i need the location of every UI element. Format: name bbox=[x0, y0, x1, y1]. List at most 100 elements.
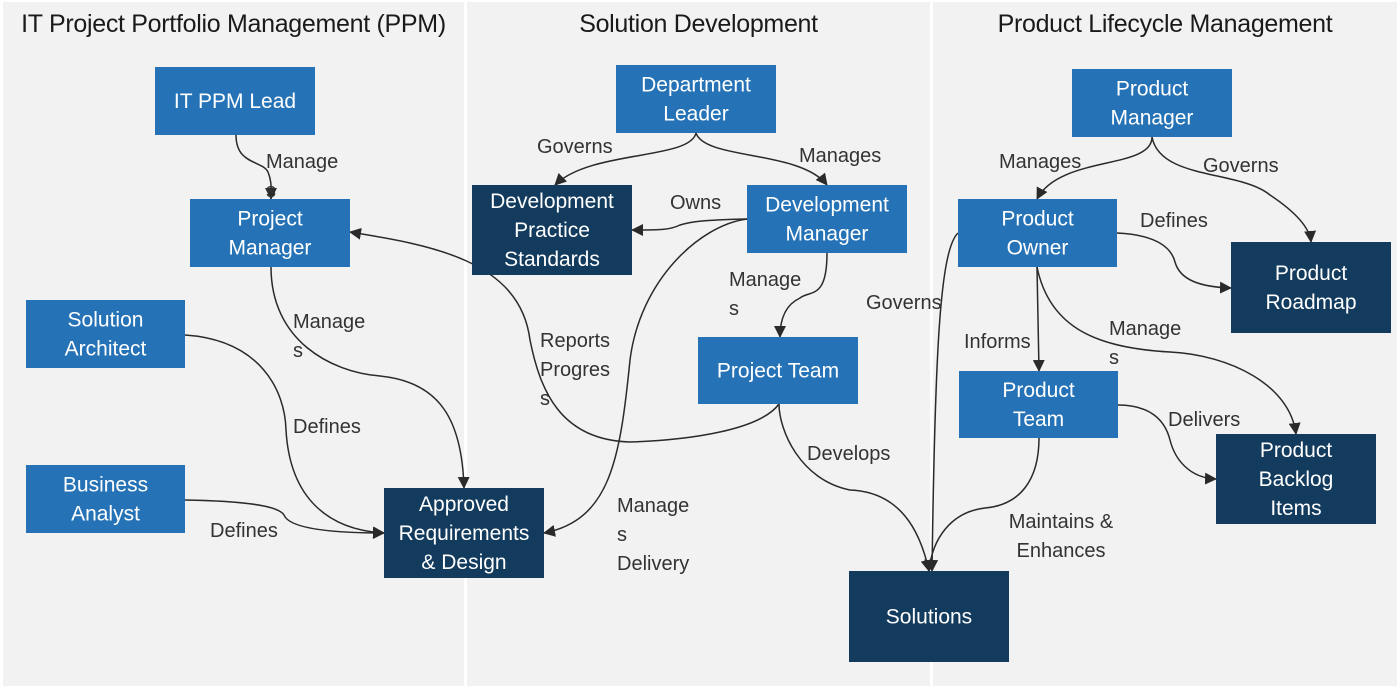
node-label-line: Product bbox=[1116, 78, 1189, 101]
edge-label: Informs bbox=[964, 331, 1031, 353]
edge-label-line: Defines bbox=[210, 520, 278, 542]
edge-pm-to-ard bbox=[270, 266, 470, 489]
edge-label: Delivers bbox=[1168, 409, 1240, 431]
edge-label: Manage s bbox=[266, 151, 338, 202]
node-label-line: Architect bbox=[65, 338, 147, 361]
node-label-line: Standards bbox=[504, 248, 600, 271]
node-sol: Solutions bbox=[849, 571, 1009, 662]
node-label-line: Leader bbox=[663, 103, 728, 126]
edge-label: Maintains & Enhances bbox=[1009, 511, 1114, 562]
node-label-line: Product bbox=[1275, 262, 1348, 285]
nodes-layer: IT PPM Lead Project Manager Solution Archite… bbox=[26, 65, 1391, 662]
node-dps: Development Practice Standards bbox=[472, 185, 632, 275]
edge-label-line: Manages bbox=[999, 151, 1081, 173]
edge-label: Defines bbox=[1140, 210, 1208, 232]
node-label-line: Practice bbox=[514, 219, 590, 242]
node-label-line: Backlog bbox=[1259, 468, 1334, 491]
edge-label-line: Manage bbox=[729, 269, 801, 291]
edge-label-line: Maintains & bbox=[1009, 511, 1114, 533]
node-pm: Project Manager bbox=[190, 199, 350, 267]
edge-label-line: Delivery bbox=[617, 553, 689, 575]
edge-label: Manages bbox=[799, 145, 881, 167]
edge-label-line: Informs bbox=[964, 331, 1031, 353]
edge-label: Governs bbox=[1203, 155, 1279, 177]
node-label-line: Development bbox=[490, 190, 614, 213]
edge-label: Manage s bbox=[293, 311, 365, 362]
node-label-line: IT PPM Lead bbox=[174, 90, 296, 113]
node-label-line: Product bbox=[1260, 439, 1333, 462]
edge-label-line: Manage bbox=[1109, 318, 1181, 340]
edge-label-line: Manage bbox=[293, 311, 365, 333]
node-label-line: Team bbox=[1013, 408, 1064, 431]
node-label: Project Team bbox=[717, 360, 839, 383]
edge-label: Manage s bbox=[729, 269, 801, 320]
edge-po-to-ptm bbox=[1032, 266, 1045, 372]
node-label-line: Owner bbox=[1007, 237, 1069, 260]
node-label-line: Solutions bbox=[886, 606, 972, 629]
edge-label-line: s bbox=[617, 524, 627, 546]
node-label: IT PPM Lead bbox=[174, 90, 296, 113]
edge-label-line: Manages bbox=[799, 145, 881, 167]
node-sa: Solution Architect bbox=[26, 300, 185, 368]
edge-label-line: s bbox=[266, 180, 276, 202]
edge-label-line: Develops bbox=[807, 443, 890, 465]
relationship-diagram: Manage s Manage s Defines Defines Governs Manag… bbox=[26, 65, 1391, 662]
edge-label-line: Governs bbox=[1203, 155, 1279, 177]
node-itppm: IT PPM Lead bbox=[155, 67, 315, 135]
edge-label-line: s bbox=[1109, 347, 1119, 369]
edge-label: Develops bbox=[807, 443, 890, 465]
edge-label: Defines bbox=[293, 416, 361, 438]
node-po: Product Owner bbox=[958, 199, 1117, 267]
edge-dm-to-pt bbox=[774, 252, 828, 338]
edge-label-line: s bbox=[729, 298, 739, 320]
edge-dm-to-dps bbox=[631, 218, 748, 236]
node-label-line: Roadmap bbox=[1265, 291, 1356, 314]
edge-label-line: Governs bbox=[537, 136, 613, 158]
edge-label: Manage s Delivery bbox=[617, 495, 689, 575]
node-label-line: Development bbox=[765, 194, 889, 217]
edge-label-line: Owns bbox=[670, 192, 721, 214]
node-label: Solutions bbox=[886, 606, 972, 629]
node-label-line: Business bbox=[63, 474, 148, 497]
node-label-line: Product bbox=[1001, 208, 1074, 231]
node-pbi: Product Backlog Items bbox=[1216, 434, 1376, 524]
edge-label: Manage s bbox=[1109, 318, 1181, 369]
node-label-line: Approved bbox=[419, 493, 509, 516]
edge-po-to-rm bbox=[1116, 232, 1232, 294]
node-dm: Development Manager bbox=[747, 185, 907, 253]
edge-label: Governs bbox=[537, 136, 613, 158]
edge-label: Governs bbox=[866, 292, 942, 314]
node-label-line: Project Team bbox=[717, 360, 839, 383]
node-label-line: Manager bbox=[1111, 107, 1194, 130]
node-prodmgr: Product Manager bbox=[1072, 69, 1232, 137]
edge-label: Owns bbox=[670, 192, 721, 214]
node-label-line: Requirements bbox=[399, 522, 530, 545]
node-label-line: Manager bbox=[229, 237, 312, 260]
edge-label: Defines bbox=[210, 520, 278, 542]
edge-label-line: Defines bbox=[1140, 210, 1208, 232]
node-rm: Product Roadmap bbox=[1231, 242, 1391, 333]
edge-label: Manages bbox=[999, 151, 1081, 173]
node-label-line: Items bbox=[1270, 497, 1321, 520]
edge-label-line: Delivers bbox=[1168, 409, 1240, 431]
node-ptm: Product Team bbox=[959, 371, 1118, 438]
edge-label-line: Enhances bbox=[1017, 540, 1106, 562]
node-ba: Business Analyst bbox=[26, 465, 185, 533]
edge-pt-to-sol bbox=[778, 403, 933, 572]
edge-label-line: s bbox=[540, 388, 550, 410]
node-label-line: Solution bbox=[68, 309, 144, 332]
node-ard: Approved Requirements & Design bbox=[384, 488, 544, 578]
edge-label-line: Governs bbox=[866, 292, 942, 314]
node-label-line: Manager bbox=[786, 223, 869, 246]
edge-label-line: Manage bbox=[266, 151, 338, 173]
node-pt: Project Team bbox=[698, 337, 858, 404]
node-label-line: Product bbox=[1002, 379, 1075, 402]
edge-label-line: Manage bbox=[617, 495, 689, 517]
edge-label-line: s bbox=[293, 340, 303, 362]
node-label-line: Analyst bbox=[71, 503, 140, 526]
edge-label-line: Progres bbox=[540, 359, 610, 381]
node-label-line: Project bbox=[237, 208, 303, 231]
node-dl: Department Leader bbox=[616, 65, 776, 133]
node-label-line: & Design bbox=[421, 551, 506, 574]
node-label-line: Department bbox=[641, 74, 751, 97]
